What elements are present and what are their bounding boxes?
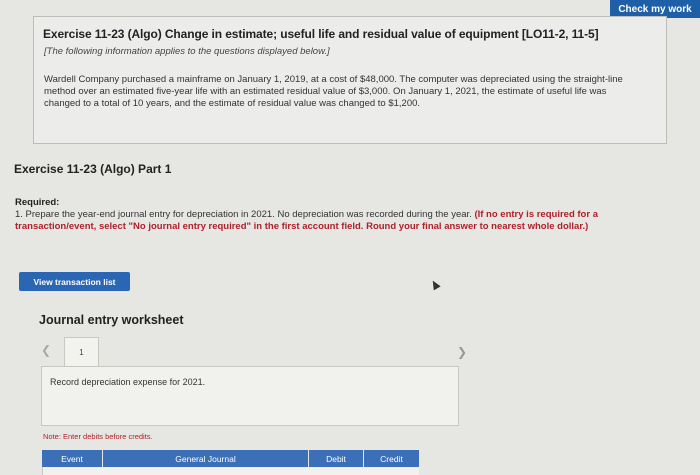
- debit-credit-note: Note: Enter debits before credits.: [43, 432, 153, 441]
- column-debit: Debit: [309, 450, 364, 467]
- worksheet-tab-1[interactable]: 1: [64, 337, 99, 366]
- table-row[interactable]: [42, 467, 419, 475]
- journal-table-header: Event General Journal Debit Credit: [42, 450, 419, 467]
- chevron-left-icon[interactable]: ❮: [41, 343, 51, 357]
- column-event: Event: [42, 450, 103, 467]
- part-title: Exercise 11-23 (Algo) Part 1: [14, 162, 172, 176]
- column-general-journal: General Journal: [103, 450, 309, 467]
- column-credit: Credit: [380, 453, 403, 464]
- mouse-cursor-icon: [429, 278, 441, 291]
- required-heading: Required:: [15, 197, 60, 208]
- worksheet-title: Journal entry worksheet: [39, 313, 184, 327]
- entry-description: Record depreciation expense for 2021.: [50, 377, 206, 387]
- chevron-right-icon[interactable]: ❯: [457, 345, 467, 359]
- exercise-description: Wardell Company purchased a mainframe on…: [44, 74, 623, 109]
- required-text: 1. Prepare the year-end journal entry fo…: [15, 209, 680, 232]
- exercise-title: Exercise 11-23 (Algo) Change in estimate…: [43, 27, 599, 41]
- entry-description-box: [41, 366, 459, 426]
- view-transaction-list-button[interactable]: View transaction list: [19, 272, 130, 291]
- exercise-note: [The following information applies to th…: [44, 46, 330, 57]
- required-question: 1. Prepare the year-end journal entry fo…: [15, 209, 472, 220]
